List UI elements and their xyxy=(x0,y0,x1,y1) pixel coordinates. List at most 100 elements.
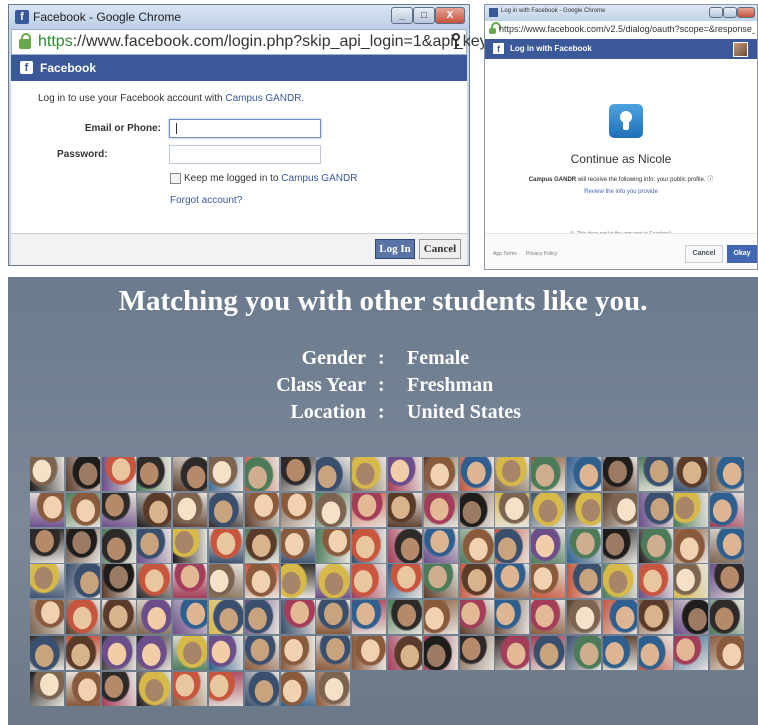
cancel-button[interactable]: Cancel xyxy=(419,239,461,259)
key-icon[interactable] xyxy=(452,33,460,49)
student-photo xyxy=(423,457,458,491)
student-photo xyxy=(352,457,387,491)
info-circle-icon[interactable]: ⓘ xyxy=(707,177,713,183)
maximize-button[interactable] xyxy=(723,7,737,18)
window-titlebar[interactable]: f Facebook - Google Chrome _ □ X xyxy=(9,5,469,29)
student-photo xyxy=(567,492,601,527)
maximize-button[interactable]: □ xyxy=(413,7,435,24)
student-photo xyxy=(638,492,673,527)
header-title: Log in with Facebook xyxy=(510,44,592,53)
oauth-body: Continue as Nicole Campus GANDR will rec… xyxy=(485,59,757,237)
student-photo xyxy=(674,528,709,563)
student-photo xyxy=(710,600,745,635)
oauth-footer: App Terms · Privacy Policy Cancel Okay xyxy=(485,233,757,269)
student-photo xyxy=(244,528,279,563)
student-photo xyxy=(352,564,387,599)
keep-logged-app-link[interactable]: Campus GANDR xyxy=(281,173,357,184)
student-photo xyxy=(137,528,172,563)
close-window-button[interactable]: X xyxy=(435,7,465,24)
student-photo xyxy=(710,528,745,563)
student-photo xyxy=(65,528,100,563)
facebook-header: f Log in with Facebook xyxy=(485,39,757,59)
address-bar[interactable]: https://www.facebook.com/v2.5/dialog/oau… xyxy=(485,21,757,40)
student-photo xyxy=(388,528,422,563)
student-photo xyxy=(531,528,566,563)
login-footer: Log In Cancel xyxy=(11,233,467,265)
student-photo xyxy=(244,671,279,706)
okay-button[interactable]: Okay xyxy=(727,245,757,263)
app-terms-link[interactable]: App Terms xyxy=(493,251,517,257)
student-photo xyxy=(674,492,709,527)
student-photo xyxy=(30,671,64,706)
forgot-account-link[interactable]: Forgot account? xyxy=(170,195,242,206)
minimize-button[interactable] xyxy=(709,7,723,18)
email-field[interactable] xyxy=(169,119,321,138)
student-photo xyxy=(30,457,64,491)
student-photo xyxy=(352,492,387,527)
continue-as-text: Continue as Nicole xyxy=(570,152,672,166)
student-photo xyxy=(280,492,315,527)
student-photo xyxy=(101,492,136,527)
login-form: Log in to use your Facebook account with… xyxy=(11,81,467,233)
student-photo xyxy=(495,600,530,635)
student-photo xyxy=(638,457,673,491)
login-button[interactable]: Log In xyxy=(375,239,415,259)
student-photo xyxy=(459,636,494,670)
location-sep: : xyxy=(378,401,385,423)
address-bar[interactable]: https://www.facebook.com/login.php?skip_… xyxy=(11,29,559,55)
facebook-favicon-icon xyxy=(489,8,498,17)
student-photo xyxy=(567,600,601,635)
student-photo xyxy=(209,528,243,563)
address-url: https://www.facebook.com/v2.5/dialog/oau… xyxy=(499,24,755,34)
facebook-header: f Facebook xyxy=(11,55,467,81)
student-photo xyxy=(30,600,64,635)
student-photo xyxy=(316,528,351,563)
student-photo xyxy=(423,600,458,635)
student-photo xyxy=(137,671,172,706)
student-photo xyxy=(602,600,637,635)
student-photo xyxy=(65,564,100,599)
student-photo xyxy=(316,636,351,670)
student-photo xyxy=(244,636,279,670)
student-photo xyxy=(65,457,100,491)
class-year-sep: : xyxy=(378,374,385,396)
lock-icon xyxy=(19,33,31,49)
keep-logged-checkbox[interactable] xyxy=(170,173,181,184)
close-window-button[interactable] xyxy=(737,7,755,18)
student-photo xyxy=(101,671,136,706)
student-photo xyxy=(280,457,315,491)
student-photo xyxy=(244,457,279,491)
oauth-cancel-button[interactable]: Cancel xyxy=(685,245,723,263)
location-value: United States xyxy=(407,401,521,423)
avatar[interactable] xyxy=(733,42,748,57)
student-photo xyxy=(137,457,172,491)
app-link[interactable]: Campus GANDR. xyxy=(225,93,304,104)
gender-value: Female xyxy=(407,347,470,369)
window-titlebar[interactable]: Log in with Facebook - Google Chrome xyxy=(485,5,757,21)
location-label: Location xyxy=(290,401,366,423)
student-photo xyxy=(209,457,243,491)
student-photo xyxy=(710,492,745,527)
intro-prefix: Log in to use your Facebook account with xyxy=(38,93,226,104)
student-photo xyxy=(316,600,351,635)
student-photo xyxy=(674,636,709,670)
student-photo xyxy=(567,457,601,491)
url-https: https xyxy=(38,33,73,50)
info-app-name: Campus GANDR xyxy=(528,177,577,183)
minimize-button[interactable]: _ xyxy=(391,7,413,24)
student-photo xyxy=(602,636,637,670)
student-photo xyxy=(423,636,458,670)
student-photo xyxy=(567,528,601,563)
password-field[interactable] xyxy=(169,145,321,164)
text-cursor xyxy=(176,123,177,134)
info-text: Campus GANDR will receive the following … xyxy=(485,174,757,183)
facebook-logo-icon: f xyxy=(493,43,504,54)
address-url: https://www.facebook.com/login.php?skip_… xyxy=(38,33,559,51)
privacy-policy-link[interactable]: Privacy Policy xyxy=(526,251,557,257)
student-photo xyxy=(388,564,422,599)
student-photo xyxy=(137,492,172,527)
review-info-link[interactable]: Review the info you provide xyxy=(485,189,757,195)
student-photo xyxy=(173,564,208,599)
student-photo xyxy=(638,528,673,563)
student-photo xyxy=(30,636,64,670)
